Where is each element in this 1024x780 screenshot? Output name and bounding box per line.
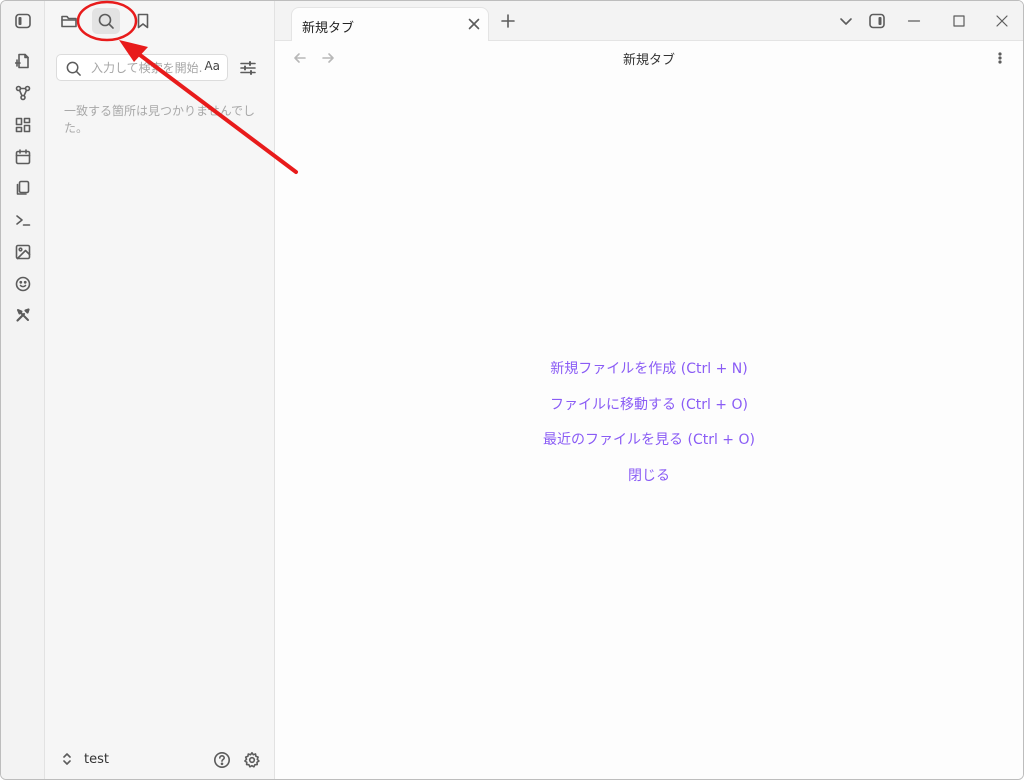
tab-files[interactable] — [57, 9, 81, 33]
recent-files-link[interactable]: 最近のファイルを見る (Ctrl + O) — [275, 429, 1023, 449]
gear-icon — [243, 751, 261, 769]
emoji-icon[interactable] — [12, 273, 34, 295]
vault-name[interactable]: test — [84, 752, 109, 767]
search-empty-message: 一致する箇所は見つかりませんでした。 — [64, 104, 256, 135]
close-tab-icon[interactable] — [466, 16, 482, 32]
chevron-down-icon[interactable] — [837, 12, 855, 30]
search-input-icon — [64, 59, 82, 77]
tools-icon[interactable] — [12, 304, 34, 326]
close-window-icon[interactable] — [993, 12, 1011, 30]
tab-title: 新規タブ — [302, 21, 355, 36]
match-case-toggle[interactable]: Aa — [204, 59, 220, 73]
canvas-icon[interactable] — [12, 114, 34, 136]
terminal-icon[interactable] — [12, 209, 34, 231]
left-sidebar: Aa 一致する箇所は見つかりませんでした。 test — [45, 1, 275, 779]
settings-button[interactable] — [241, 749, 263, 771]
search-box: Aa — [56, 54, 228, 81]
tab-new-tab[interactable]: 新規タブ — [291, 7, 489, 41]
sidebar-toggle-icon[interactable] — [12, 10, 34, 32]
folder-icon — [60, 12, 78, 30]
app-window: Aa 一致する箇所は見つかりませんでした。 test 新規タブ — [0, 0, 1024, 780]
create-new-file-link[interactable]: 新規ファイルを作成 (Ctrl + N) — [275, 358, 1023, 378]
right-sidebar-toggle-icon[interactable] — [867, 11, 887, 31]
tab-search[interactable] — [92, 8, 120, 34]
templates-icon[interactable] — [12, 177, 34, 199]
help-icon — [213, 751, 231, 769]
more-options-icon[interactable] — [991, 49, 1009, 67]
new-note-icon[interactable] — [12, 50, 34, 72]
sliders-icon — [239, 59, 257, 77]
bookmark-icon — [134, 12, 152, 30]
close-link[interactable]: 閉じる — [275, 465, 1023, 485]
search-icon — [97, 12, 115, 30]
main-pane: 新規タブ 新規タブ 新規ファイルを作成 (Ctrl + N) ファイルに移動する… — [275, 1, 1023, 779]
minimize-icon[interactable] — [905, 12, 923, 30]
tab-bookmarks[interactable] — [131, 9, 155, 33]
image-icon[interactable] — [12, 241, 34, 263]
go-to-file-link[interactable]: ファイルに移動する (Ctrl + O) — [275, 394, 1023, 414]
search-input[interactable] — [91, 59, 203, 77]
tab-bar: 新規タブ — [275, 1, 1023, 41]
ribbon — [1, 1, 45, 779]
view-title: 新規タブ — [622, 53, 675, 68]
vault-switcher-icon[interactable] — [59, 750, 75, 768]
graph-icon[interactable] — [12, 82, 34, 104]
maximize-icon[interactable] — [950, 12, 968, 30]
help-button[interactable] — [211, 749, 233, 771]
search-settings-button[interactable] — [236, 56, 260, 80]
new-tab-icon[interactable] — [499, 12, 517, 30]
calendar-icon[interactable] — [12, 146, 34, 168]
